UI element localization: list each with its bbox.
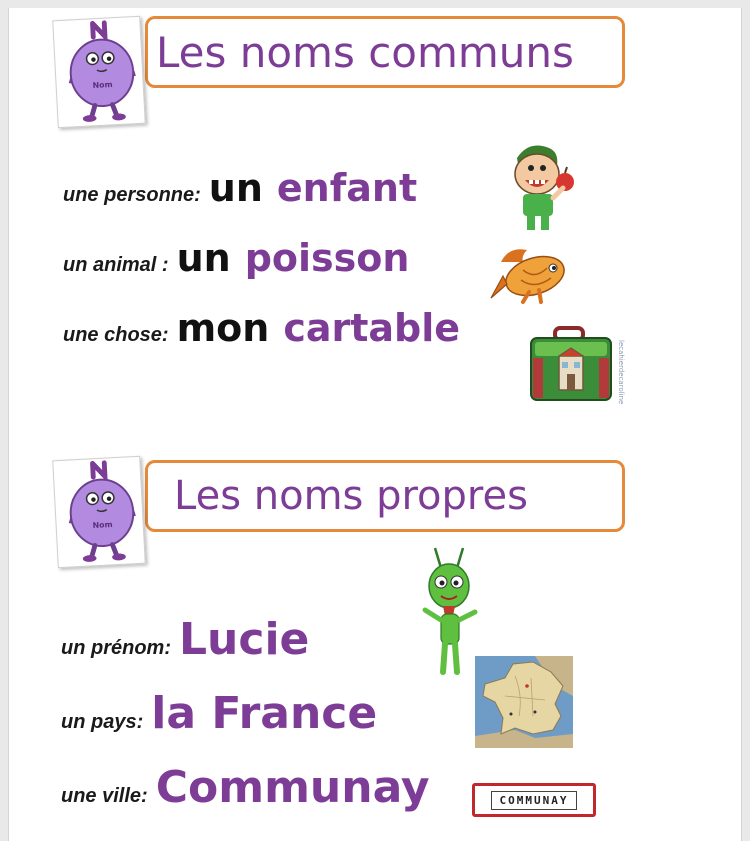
common-nouns-title: Les noms communs (156, 27, 574, 77)
svg-text:N: N (99, 36, 100, 38)
proper-noun: Lucie (179, 614, 310, 665)
row-label: une personne: (63, 184, 201, 206)
common-nouns-title-box: Les noms communs (145, 16, 625, 88)
common-noun-row: une personne: un enfant (63, 166, 417, 210)
common-noun-row: un animal : un poisson (63, 236, 409, 280)
determiner: un (176, 236, 231, 280)
proper-noun: la France (151, 688, 378, 739)
green-cricket-icon (422, 547, 478, 675)
school-satchel-icon (530, 326, 612, 401)
common-noun: poisson (244, 236, 410, 280)
illustration-credit: lecahierdecaroline (617, 340, 625, 405)
worksheet: Les noms communs Nom N une personne: un … (8, 8, 742, 841)
row-label: une chose: (63, 324, 169, 346)
noun-mascot-icon: Nom (53, 457, 144, 567)
common-noun: cartable (283, 306, 461, 350)
common-noun-row: une chose: mon cartable (63, 306, 460, 350)
proper-noun-row: un pays: la France (61, 688, 377, 739)
france-map-icon (475, 656, 573, 748)
noun-mascot-icon: Nom N (53, 17, 144, 127)
proper-noun: Communay (155, 762, 430, 813)
proper-nouns-title-box: Les noms propres (145, 460, 625, 532)
determiner: mon (176, 306, 270, 350)
row-label: un prénom: (61, 637, 171, 659)
noun-mascot-card: Nom (52, 455, 146, 569)
row-label: un pays: (61, 711, 144, 733)
proper-noun-row: une ville: Communay (61, 762, 430, 813)
mascot-badge-text: Nom (92, 80, 112, 90)
noun-mascot-card: Nom N (52, 15, 146, 129)
proper-nouns-title: Les noms propres (174, 473, 528, 519)
determiner: un (208, 166, 263, 210)
row-label: une ville: (61, 785, 148, 807)
proper-noun-row: un prénom: Lucie (61, 614, 309, 665)
fish-icon (490, 249, 565, 304)
town-sign-text: COMMUNAY (490, 790, 578, 810)
town-sign: COMMUNAY (472, 783, 596, 817)
common-noun: enfant (276, 166, 418, 210)
row-label: un animal : (63, 254, 169, 276)
mascot-badge-text: Nom (92, 520, 112, 530)
child-eating-apple-icon (514, 145, 574, 230)
